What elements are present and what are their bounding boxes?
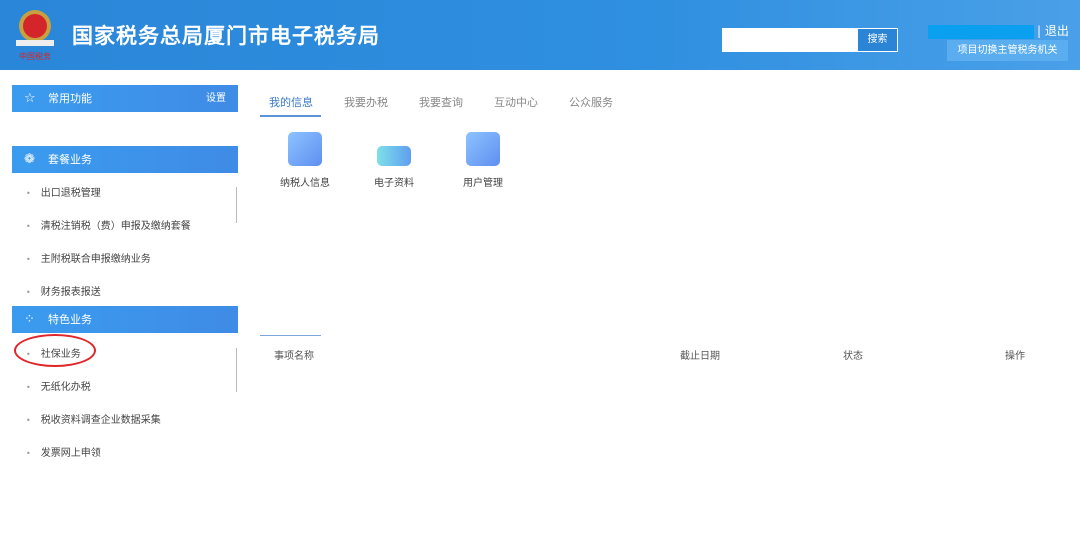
settings-link[interactable]: 设置 — [206, 85, 226, 112]
sidebar-item[interactable]: 无纸化办税 — [26, 378, 91, 393]
tab-my-info[interactable]: 我的信息 — [269, 94, 313, 110]
site-title: 国家税务总局厦门市电子税务局 — [72, 24, 380, 48]
app-electronic-documents[interactable]: 电子资料 — [354, 132, 434, 189]
switch-tax-authority-button[interactable]: 项目切换主管税务机关 — [947, 40, 1068, 61]
app-label: 用户管理 — [463, 178, 503, 189]
sidebar-item[interactable]: 发票网上申领 — [26, 444, 101, 459]
tab-query[interactable]: 我要查询 — [419, 94, 463, 110]
sidebar-item[interactable]: 出口退税管理 — [26, 184, 101, 199]
red-highlight-circle — [14, 334, 96, 367]
header: 中国税务 国家税务总局厦门市电子税务局 搜索 | 退出 项目切换主管税务机关 — [0, 0, 1080, 70]
tab-tax-handling[interactable]: 我要办税 — [344, 94, 388, 110]
user-management-icon — [466, 132, 500, 166]
scrollbar[interactable] — [229, 187, 237, 223]
user-name-redacted — [928, 25, 1034, 39]
col-deadline: 截止日期 — [680, 351, 720, 362]
grid-icon: ⁘ — [24, 312, 35, 327]
tab-public-service[interactable]: 公众服务 — [569, 94, 613, 110]
scrollbar[interactable] — [229, 348, 237, 392]
special-business-title: 特色业务 — [48, 313, 92, 326]
app-label: 纳税人信息 — [280, 178, 330, 189]
col-action: 操作 — [1005, 351, 1025, 362]
app-label: 电子资料 — [374, 178, 414, 189]
app-user-management[interactable]: 用户管理 — [443, 132, 523, 189]
tax-emblem-logo: 中国税务 — [16, 10, 54, 61]
search-input[interactable] — [722, 28, 858, 52]
common-functions-title: 常用功能 — [48, 92, 92, 105]
package-business-title: 套餐业务 — [48, 153, 92, 166]
taxpayer-info-icon — [288, 132, 322, 166]
sidebar-item[interactable]: 主附税联合申报缴纳业务 — [26, 250, 151, 265]
active-tab-underline — [260, 115, 321, 117]
tab-interaction[interactable]: 互动中心 — [494, 94, 538, 110]
search-button[interactable]: 搜索 — [857, 28, 898, 52]
col-status: 状态 — [843, 351, 863, 362]
app-taxpayer-info[interactable]: 纳税人信息 — [265, 132, 345, 189]
svg-text:中国税务: 中国税务 — [19, 51, 51, 61]
package-icon: ❁ — [24, 152, 35, 167]
printer-icon — [377, 146, 411, 166]
sidebar-item[interactable]: 税收资料调查企业数据采集 — [26, 411, 161, 426]
star-icon: ☆ — [24, 91, 36, 106]
package-business-header[interactable]: ❁ 套餐业务 — [12, 146, 238, 173]
sidebar-item[interactable]: 财务报表报送 — [26, 283, 101, 298]
col-item-name: 事项名称 — [274, 351, 314, 362]
common-functions-header[interactable]: ☆ 常用功能 设置 — [12, 85, 238, 112]
logout-link[interactable]: | 退出 — [1037, 22, 1069, 39]
table-divider — [260, 335, 321, 336]
special-business-header[interactable]: ⁘ 特色业务 — [12, 306, 238, 333]
sidebar-item[interactable]: 清税注销税（费）申报及缴纳套餐 — [26, 217, 191, 232]
